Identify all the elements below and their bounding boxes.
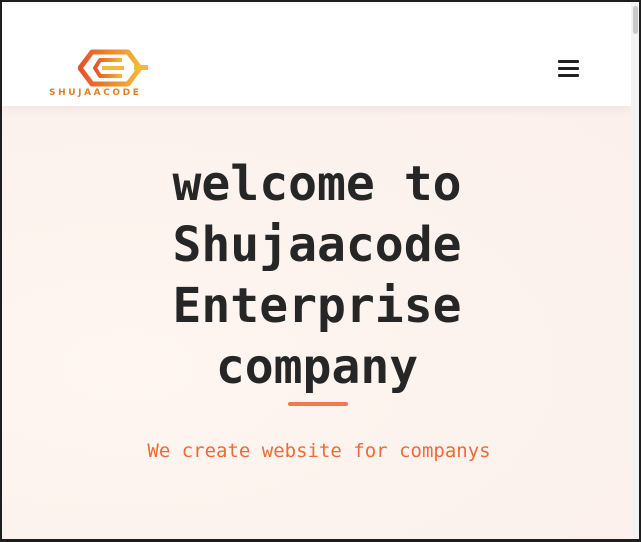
hero-section: welcome to Shujaacode Enterprise company… [2,106,631,539]
brand-logo[interactable]: SHUJAACODE [46,48,171,100]
logo-wordmark: SHUJAACODE [49,88,142,98]
logo-hexagon-icon [78,49,148,87]
menu-bar-middle [558,67,579,70]
scrollbar-thumb[interactable] [633,6,638,34]
hero-subtitle: We create website for companys [147,440,491,462]
menu-bar-top [558,60,579,63]
hamburger-menu-icon[interactable] [554,55,582,83]
menu-bar-bottom [558,74,579,77]
navbar-top-edge [2,2,631,4]
top-navbar: SHUJAACODE [2,2,631,106]
vertical-scrollbar[interactable] [631,2,639,539]
browser-viewport: welcome to Shujaacode Enterprise company… [0,0,641,542]
title-underline-decoration [288,402,348,406]
hero-title: welcome to Shujaacode Enterprise company [172,156,462,395]
